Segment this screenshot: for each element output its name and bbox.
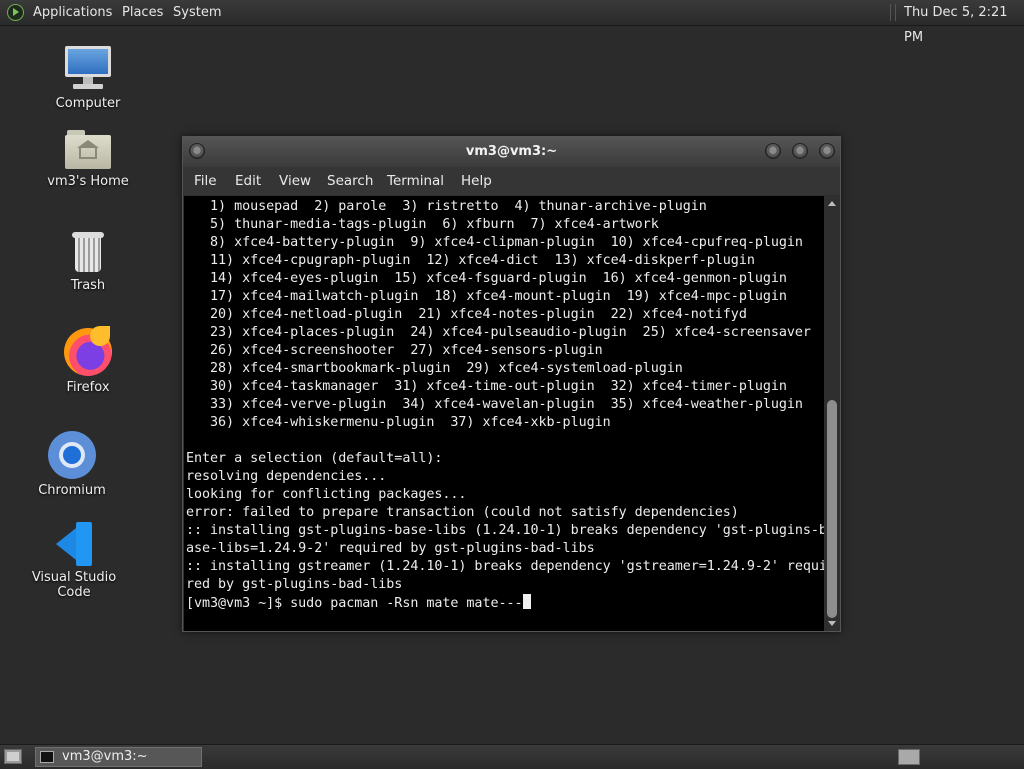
terminal-scrollbar[interactable]	[825, 196, 839, 631]
terminal-line: 5) thunar-media-tags-plugin 6) xfburn 7)…	[186, 217, 659, 232]
panel-separator	[890, 4, 896, 21]
terminal-line: 30) xfce4-taskmanager 31) xfce4-time-out…	[186, 379, 787, 394]
terminal-line: Enter a selection (default=all):	[186, 451, 443, 466]
terminal-line: 1) mousepad 2) parole 3) ristretto 4) th…	[186, 199, 707, 214]
terminal-icon	[40, 751, 54, 763]
terminal-line: 17) xfce4-mailwatch-plugin 18) xfce4-mou…	[186, 289, 787, 304]
desktop-icon-label: Visual Studio Code	[31, 570, 117, 600]
menu-help[interactable]: Help	[461, 167, 492, 195]
terminal-output[interactable]: 1) mousepad 2) parole 3) ristretto 4) th…	[184, 196, 824, 631]
terminal-menubar: File Edit View Search Terminal Help	[183, 167, 840, 195]
trash-icon	[68, 230, 108, 274]
menu-terminal[interactable]: Terminal	[387, 167, 444, 195]
close-button[interactable]	[819, 143, 835, 159]
terminal-line: 8) xfce4-battery-plugin 9) xfce4-clipman…	[186, 235, 803, 250]
firefox-icon	[64, 326, 112, 376]
computer-icon	[63, 46, 113, 92]
minimize-button[interactable]	[765, 143, 781, 159]
desktop-icon-computer[interactable]: Computer	[38, 46, 138, 111]
terminal-line: looking for conflicting packages...	[186, 487, 467, 502]
terminal-window[interactable]: vm3@vm3:~ File Edit View Search Terminal…	[182, 136, 841, 632]
desktop-icon-label: Firefox	[66, 380, 110, 395]
terminal-line: red by gst-plugins-bad-libs	[186, 577, 403, 592]
taskbar-item-terminal[interactable]: vm3@vm3:~	[35, 747, 202, 767]
desktop-icon-home[interactable]: vm3's Home	[38, 130, 138, 189]
menu-edit[interactable]: Edit	[235, 167, 261, 195]
window-titlebar[interactable]: vm3@vm3:~	[183, 137, 840, 167]
desktop-icon-label: Trash	[70, 278, 106, 293]
clock[interactable]: Thu Dec 5, 2:21 PM	[904, 0, 1024, 45]
terminal-cursor	[522, 594, 531, 609]
terminal-line: ase-libs=1.24.9-2' required by gst-plugi…	[186, 541, 595, 556]
bottom-panel: vm3@vm3:~	[0, 744, 1024, 769]
workspace-switcher[interactable]	[898, 749, 920, 765]
scrollbar-thumb[interactable]	[827, 400, 837, 618]
terminal-line: 26) xfce4-screenshooter 27) xfce4-sensor…	[186, 343, 603, 358]
desktop-icon-label: Chromium	[38, 483, 106, 498]
places-menu[interactable]: Places	[122, 0, 163, 25]
desktop-icon-vscode[interactable]: Visual Studio Code	[14, 522, 134, 600]
desktop-icon-firefox[interactable]: Firefox	[38, 326, 138, 395]
window-title: vm3@vm3:~	[465, 144, 558, 159]
show-desktop-icon[interactable]	[4, 749, 22, 764]
terminal-line: 11) xfce4-cpugraph-plugin 12) xfce4-dict…	[186, 253, 755, 268]
taskbar-item-label: vm3@vm3:~	[62, 749, 148, 764]
terminal-line: 23) xfce4-places-plugin 24) xfce4-pulsea…	[186, 325, 811, 340]
terminal-text: 1) mousepad 2) parole 3) ristretto 4) th…	[186, 198, 824, 613]
terminal-line: error: failed to prepare transaction (co…	[186, 505, 739, 520]
terminal-line: resolving dependencies...	[186, 469, 387, 484]
terminal-line: 14) xfce4-eyes-plugin 15) xfce4-fsguard-…	[186, 271, 787, 286]
menu-search[interactable]: Search	[327, 167, 373, 195]
home-folder-icon	[65, 130, 111, 170]
desktop-icon-label: vm3's Home	[47, 174, 129, 189]
desktop-icon-trash[interactable]: Trash	[38, 230, 138, 293]
terminal-line: 20) xfce4-netload-plugin 21) xfce4-notes…	[186, 307, 747, 322]
terminal-line: :: installing gstreamer (1.24.10-1) brea…	[186, 559, 824, 574]
menu-file[interactable]: File	[194, 167, 217, 195]
terminal-line: 28) xfce4-smartbookmark-plugin 29) xfce4…	[186, 361, 683, 376]
chromium-icon	[48, 431, 96, 479]
system-menu[interactable]: System	[173, 0, 221, 25]
desktop-icon-label: Computer	[55, 96, 121, 111]
vscode-icon	[52, 522, 96, 566]
top-panel: Applications Places System Thu Dec 5, 2:…	[0, 0, 1024, 45]
menu-view[interactable]: View	[279, 167, 311, 195]
scroll-down-arrow-icon[interactable]	[828, 621, 836, 626]
applications-menu[interactable]: Applications	[33, 0, 112, 25]
maximize-button[interactable]	[792, 143, 808, 159]
terminal-prompt-line: [vm3@vm3 ~]$ sudo pacman -Rsn mate mate-…	[186, 596, 523, 611]
scroll-up-arrow-icon[interactable]	[828, 201, 836, 206]
terminal-line: 36) xfce4-whiskermenu-plugin 37) xfce4-x…	[186, 415, 611, 430]
desktop-icon-chromium[interactable]: Chromium	[22, 431, 122, 498]
applications-logo-icon[interactable]	[7, 4, 24, 21]
terminal-line: 33) xfce4-verve-plugin 34) xfce4-wavelan…	[186, 397, 803, 412]
terminal-line: :: installing gst-plugins-base-libs (1.2…	[186, 523, 824, 538]
